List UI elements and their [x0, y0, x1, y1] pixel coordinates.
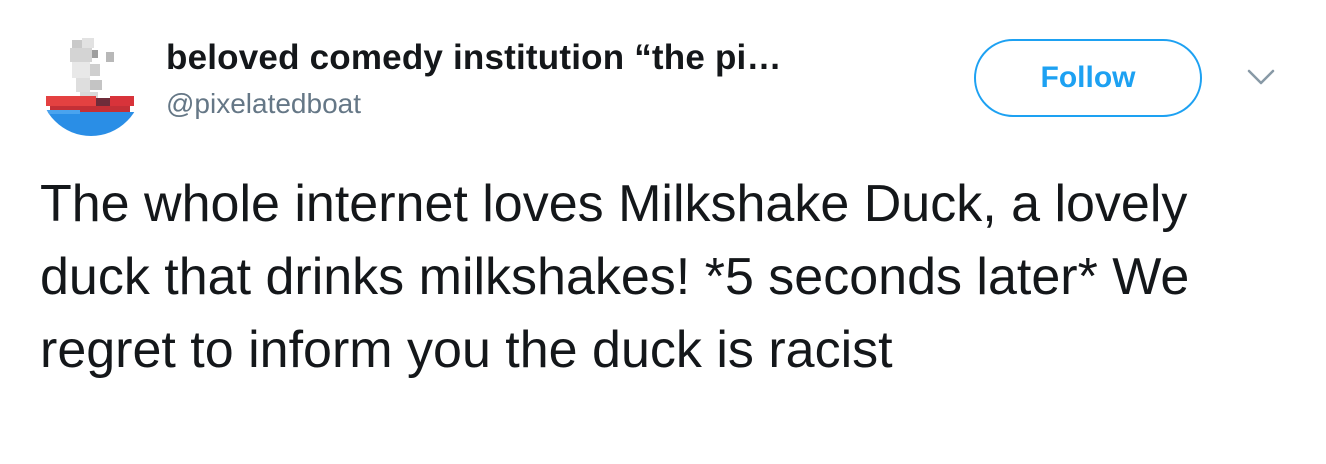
- tweet-text: The whole internet loves Milkshake Duck,…: [40, 175, 1190, 379]
- follow-button[interactable]: Follow: [974, 39, 1202, 117]
- chevron-down-icon[interactable]: [1246, 66, 1276, 88]
- pixel-boat-icon: [40, 34, 142, 136]
- tweet-card: beloved comedy institution “the pi… @pix…: [0, 0, 1326, 464]
- avatar[interactable]: [40, 34, 142, 136]
- chevron-down-icon-shape: [1247, 69, 1275, 85]
- user-handle[interactable]: @pixelatedboat: [166, 88, 361, 120]
- display-name[interactable]: beloved comedy institution “the pi…: [166, 38, 782, 78]
